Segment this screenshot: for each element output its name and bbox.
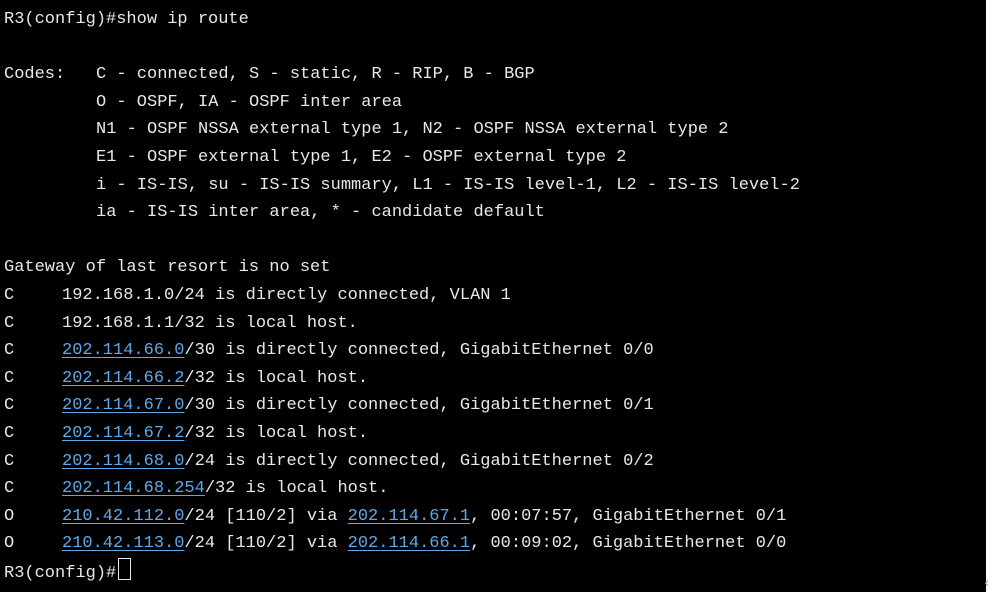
route-row: O 210.42.112.0/24 [110/2] via 202.114.67.… xyxy=(4,503,986,531)
route-detail: , 00:07:57, GigabitEthernet 0/1 xyxy=(470,506,787,526)
route-network-link[interactable]: 210.42.113.0 xyxy=(62,534,184,553)
text-cursor xyxy=(118,557,132,580)
codes-line-6: ia - IS-IS inter area, * - candidate def… xyxy=(4,199,986,227)
prompt: R3(config)# xyxy=(4,563,117,583)
route-row: C 192.168.1.1/32 is local host. xyxy=(4,310,986,338)
route-code: C xyxy=(4,451,15,471)
route-code: C xyxy=(4,368,15,388)
prompt: R3(config)# xyxy=(4,10,117,29)
command-text: show ip route xyxy=(116,10,249,29)
route-code: C xyxy=(4,313,15,333)
codes-line-5: i - IS-IS, su - IS-IS summary, L1 - IS-I… xyxy=(4,172,986,200)
scroll-left-arrow-icon[interactable]: ‹ xyxy=(984,576,994,592)
route-code: O xyxy=(4,506,15,526)
route-detail: /32 is local host. xyxy=(184,423,369,443)
route-network: 192.168.1.0 xyxy=(62,285,175,305)
route-row: C 202.114.68.254/32 is local host. xyxy=(4,475,986,503)
route-metric: /24 [110/2] via xyxy=(184,534,348,554)
route-row: C 202.114.66.0/30 is directly connected, … xyxy=(4,337,986,365)
codes-text: C - connected, S - static, R - RIP, B - … xyxy=(96,65,535,85)
route-detail: /24 is directly connected, GigabitEthern… xyxy=(184,451,654,471)
terminal-window[interactable]: R3(config)#show ip route Codes: C - conne… xyxy=(0,0,986,592)
route-code: C xyxy=(4,479,15,499)
route-network: 192.168.1.1 xyxy=(62,313,175,333)
gateway-line: Gateway of last resort is no set xyxy=(4,258,331,278)
route-network-link[interactable]: 202.114.67.0 xyxy=(62,396,184,415)
codes-line-4: E1 - OSPF external type 1, E2 - OSPF ext… xyxy=(4,144,986,172)
route-network-link[interactable]: 202.114.68.0 xyxy=(62,452,184,471)
route-row: O 210.42.113.0/24 [110/2] via 202.114.66.… xyxy=(4,530,986,558)
route-code: C xyxy=(4,341,15,361)
route-detail: , 00:09:02, GigabitEthernet 0/0 xyxy=(470,534,787,554)
route-row: C 192.168.1.0/24 is directly connected, V… xyxy=(4,282,986,310)
codes-line-1: Codes: C - connected, S - static, R - RIP… xyxy=(4,61,986,89)
route-network-link[interactable]: 202.114.66.2 xyxy=(62,369,184,388)
route-detail: /32 is local host. xyxy=(204,479,389,499)
route-metric: /24 [110/2] via xyxy=(184,506,348,526)
route-network-link[interactable]: 202.114.66.0 xyxy=(62,341,184,360)
route-row: C 202.114.67.2/32 is local host. xyxy=(4,420,986,448)
route-code: C xyxy=(4,285,15,305)
route-detail: /24 is directly connected, VLAN 1 xyxy=(174,285,511,305)
route-row: C 202.114.68.0/24 is directly connected, … xyxy=(4,448,986,476)
codes-label: Codes: xyxy=(4,65,66,85)
route-row: C 202.114.66.2/32 is local host. xyxy=(4,365,986,393)
codes-line-2: O - OSPF, IA - OSPF inter area xyxy=(4,89,986,117)
route-detail: /32 is local host. xyxy=(184,368,369,388)
codes-text: E1 - OSPF external type 1, E2 - OSPF ext… xyxy=(96,147,627,167)
route-code: O xyxy=(4,534,15,554)
codes-text: N1 - OSPF NSSA external type 1, N2 - OSP… xyxy=(96,120,729,140)
codes-text: i - IS-IS, su - IS-IS summary, L1 - IS-I… xyxy=(96,175,800,195)
command-line: R3(config)#show ip route xyxy=(4,6,986,34)
route-network-link[interactable]: 210.42.112.0 xyxy=(62,507,184,526)
route-code: C xyxy=(4,423,15,443)
codes-text: ia - IS-IS inter area, * - candidate def… xyxy=(96,203,545,223)
route-nexthop-link[interactable]: 202.114.66.1 xyxy=(348,534,470,553)
route-network-link[interactable]: 202.114.68.254 xyxy=(62,479,205,498)
codes-text: O - OSPF, IA - OSPF inter area xyxy=(96,92,403,112)
route-detail: /32 is local host. xyxy=(174,313,358,333)
codes-line-3: N1 - OSPF NSSA external type 1, N2 - OSP… xyxy=(4,116,986,144)
route-detail: /30 is directly connected, GigabitEthern… xyxy=(184,396,654,416)
route-row: C 202.114.67.0/30 is directly connected, … xyxy=(4,392,986,420)
route-code: C xyxy=(4,396,15,416)
input-line[interactable]: R3(config)# xyxy=(4,557,986,586)
route-detail: /30 is directly connected, GigabitEthern… xyxy=(184,341,654,361)
route-network-link[interactable]: 202.114.67.2 xyxy=(62,424,184,443)
route-nexthop-link[interactable]: 202.114.67.1 xyxy=(348,507,470,526)
